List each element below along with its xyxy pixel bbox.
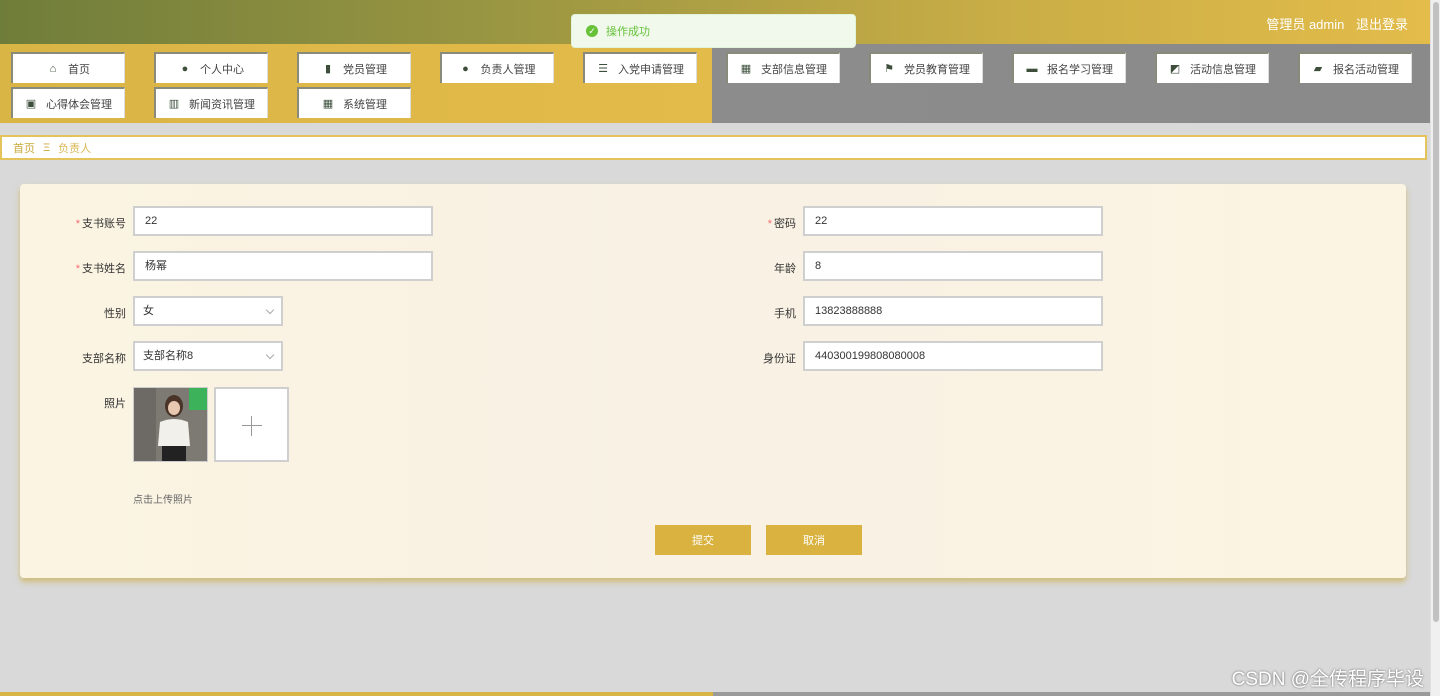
breadcrumb-home[interactable]: 首页: [13, 140, 35, 156]
flag-icon: ⚑: [884, 62, 894, 75]
nav-item-education[interactable]: ⚑ 党员教育管理: [869, 52, 983, 83]
nav-item-leaders[interactable]: ● 负责人管理: [440, 52, 554, 83]
bottom-bar-left: [0, 692, 713, 696]
nav-item-members[interactable]: ▮ 党员管理: [297, 52, 411, 83]
nav-item-profile[interactable]: ● 个人中心: [154, 52, 268, 83]
branch-select[interactable]: 支部名称8: [133, 341, 283, 371]
gender-value: 女: [143, 305, 154, 317]
watermark: CSDN @全传程序毕设: [1231, 669, 1424, 690]
plus-icon: [242, 425, 262, 426]
age-label: 年龄: [774, 263, 796, 275]
portrait-image: [134, 388, 207, 461]
check-circle-icon: ✓: [586, 25, 598, 37]
branch-label: 支部名称: [82, 353, 126, 365]
age-input[interactable]: 8: [803, 251, 1103, 281]
nav-item-reflections[interactable]: ▣ 心得体会管理: [11, 87, 125, 118]
submit-button[interactable]: 提交: [655, 525, 751, 555]
clipboard-icon: ▮: [324, 62, 332, 75]
ticket-icon: ▬: [1026, 62, 1038, 75]
form-panel: * 支书账号 22 * 密码 22 * 支书姓名 杨幂 年龄 8 性别 女 手机 13…: [20, 184, 1406, 578]
idcard-label: 身份证: [763, 353, 796, 365]
user-icon: ●: [462, 62, 469, 75]
gender-label: 性别: [104, 308, 126, 320]
account-input[interactable]: 22: [133, 206, 433, 236]
toast-message: 操作成功: [606, 26, 650, 38]
page-scrollbar[interactable]: [1430, 0, 1440, 696]
chevron-down-icon: [265, 305, 275, 315]
nav-item-applications[interactable]: ☰ 入党申请管理: [583, 52, 697, 83]
nav-item-study-signup[interactable]: ▬ 报名学习管理: [1012, 52, 1126, 83]
user-icon: ●: [181, 62, 189, 75]
nav-item-home[interactable]: ⌂ 首页: [11, 52, 125, 83]
name-label: * 支书姓名: [75, 263, 126, 275]
password-label: * 密码: [767, 218, 796, 230]
phone-label: 手机: [774, 308, 796, 320]
nav-item-system[interactable]: ▦ 系统管理: [297, 87, 411, 118]
list-icon: ☰: [598, 62, 608, 75]
clipboard-check-icon: ▣: [25, 97, 37, 110]
breadcrumb-current: 负责人: [58, 142, 92, 155]
breadcrumb: 首页 Ξ 负责人: [0, 135, 1427, 160]
photo-thumbnail[interactable]: [133, 387, 208, 462]
upload-photo-button[interactable]: [214, 387, 289, 462]
account-label: * 支书账号: [75, 218, 126, 230]
main-nav: ⌂ 首页 ● 个人中心 ▮ 党员管理 ● 负责人管理 ☰ 入党申请管理 ▦ 支部信息管理 ⚑…: [0, 44, 1430, 123]
name-input[interactable]: 杨幂: [133, 251, 433, 281]
photo-label: 照片: [104, 398, 126, 410]
grid-icon: ▦: [740, 62, 752, 75]
upload-tip: 点击上传照片: [133, 495, 193, 506]
bar-chart-icon: ▥: [168, 97, 180, 110]
password-input[interactable]: 22: [803, 206, 1103, 236]
admin-label: 管理员 admin: [1266, 17, 1345, 32]
scroll-thumb[interactable]: [1433, 2, 1439, 622]
branch-value: 支部名称8: [143, 350, 194, 362]
nav-item-activities[interactable]: ◩ 活动信息管理: [1155, 52, 1269, 83]
breadcrumb-separator: Ξ: [43, 141, 51, 154]
nav-item-branches[interactable]: ▦ 支部信息管理: [726, 52, 840, 83]
phone-input[interactable]: 13823888888: [803, 296, 1103, 326]
cancel-button[interactable]: 取消: [766, 525, 862, 555]
bottom-bar-right: [713, 692, 1430, 696]
home-icon: ⌂: [49, 62, 57, 75]
logout-link[interactable]: 退出登录: [1356, 17, 1408, 32]
wallet-icon: ▰: [1313, 62, 1323, 75]
gender-select[interactable]: 女: [133, 296, 283, 326]
nav-item-news[interactable]: ▥ 新闻资讯管理: [154, 87, 268, 118]
success-toast: ✓ 操作成功: [571, 14, 856, 48]
idcard-input[interactable]: 440300199808080008: [803, 341, 1103, 371]
grid-icon: ▦: [322, 97, 334, 110]
nav-item-activity-signup[interactable]: ▰ 报名活动管理: [1298, 52, 1412, 83]
header-user-area: 管理员 admin 退出登录: [1258, 14, 1408, 33]
chart-icon: ◩: [1169, 62, 1181, 75]
chevron-down-icon: [265, 350, 275, 360]
